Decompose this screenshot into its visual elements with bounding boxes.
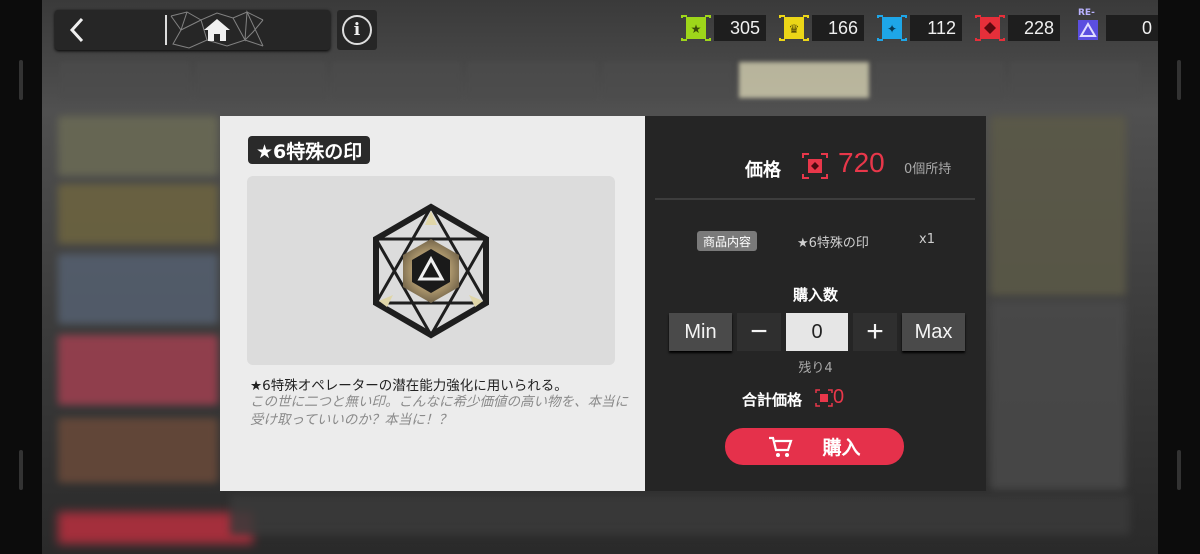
contents-item-quantity: x1	[919, 232, 935, 247]
item-description: ★6特殊オペレーターの潜在能力強化に用いられる。	[250, 378, 568, 394]
divider	[655, 198, 975, 200]
item-flavor-text: この世に二つと無い印。こんなに希少価値の高い物を、本当に受け取っていいのか？本当…	[250, 394, 628, 428]
blurred-shop-tabs	[60, 62, 1140, 98]
remaining-stock: 残り4	[798, 361, 833, 376]
contents-item-name: ★6特殊の印	[797, 236, 869, 251]
currency-blue[interactable]: ✦ 112	[874, 14, 962, 42]
home-button[interactable]	[167, 10, 267, 50]
special-token-icon	[373, 203, 489, 338]
increment-button[interactable]: +	[853, 313, 897, 351]
currency-yellow[interactable]: ♛ 166	[776, 14, 864, 42]
game-screen: i ★ 305 ♛ 166 ✦ 112 228 RE- 0 ★6特殊の印 ★6特…	[0, 0, 1200, 554]
currency-value: 112	[910, 15, 962, 41]
currency-value: 166	[812, 15, 864, 41]
buy-button[interactable]: 購入	[725, 428, 904, 465]
left-bezel	[0, 0, 42, 554]
total-price-label: 合計価格	[742, 391, 803, 409]
blue-currency-icon: ✦	[874, 14, 910, 42]
quantity-label: 購入数	[792, 286, 838, 304]
item-image	[247, 176, 615, 365]
info-button[interactable]: i	[337, 10, 377, 50]
currency-value: 228	[1008, 15, 1060, 41]
owned-count: 0個所持	[904, 162, 952, 177]
item-name: ★6特殊の印	[248, 136, 371, 164]
red-currency-icon	[801, 152, 829, 184]
price-label: 価格	[745, 160, 781, 181]
currency-red[interactable]: 228	[972, 14, 1060, 42]
price-value: 720	[838, 147, 885, 178]
purple-currency-tag: RE-	[1078, 8, 1095, 18]
min-button[interactable]: Min	[669, 313, 732, 351]
back-button[interactable]	[55, 10, 99, 50]
currency-value: 0	[1106, 15, 1158, 41]
quantity-field[interactable]: 0	[786, 313, 848, 351]
item-detail-panel: ★6特殊の印 ★6特殊オペレーターの潜在能力強化に用いられる。 この世に二つと無…	[220, 116, 645, 491]
buy-button-label: 購入	[822, 437, 861, 459]
red-currency-icon	[972, 14, 1008, 42]
decrement-button[interactable]: −	[737, 313, 781, 351]
currency-bar: ★ 305 ♛ 166 ✦ 112 228 RE- 0	[678, 8, 1158, 42]
purchase-panel: 価格 720 0個所持 商品内容 ★6特殊の印 x1 購入数 Min − 0 +…	[645, 116, 986, 491]
svg-text:♛: ♛	[789, 22, 800, 36]
quantity-stepper: Min − 0 + Max	[669, 313, 965, 351]
top-navigation-bar	[55, 10, 330, 50]
currency-value: 305	[714, 15, 766, 41]
svg-text:✦: ✦	[887, 22, 897, 36]
right-bezel	[1158, 0, 1200, 554]
yellow-currency-icon: ♛	[776, 14, 812, 42]
purple-currency-icon: RE-	[1070, 8, 1106, 42]
currency-purple[interactable]: RE- 0	[1070, 8, 1158, 42]
green-currency-icon: ★	[678, 14, 714, 42]
back-arrow-icon	[69, 17, 84, 43]
max-button[interactable]: Max	[902, 313, 965, 351]
home-icon	[204, 19, 230, 41]
red-currency-icon	[815, 389, 833, 411]
currency-green[interactable]: ★ 305	[678, 14, 766, 42]
info-icon: i	[342, 15, 372, 45]
contents-badge: 商品内容	[697, 231, 758, 251]
svg-text:★: ★	[691, 22, 702, 36]
shopping-cart-icon	[769, 436, 794, 457]
total-price-value: 0	[833, 386, 845, 408]
